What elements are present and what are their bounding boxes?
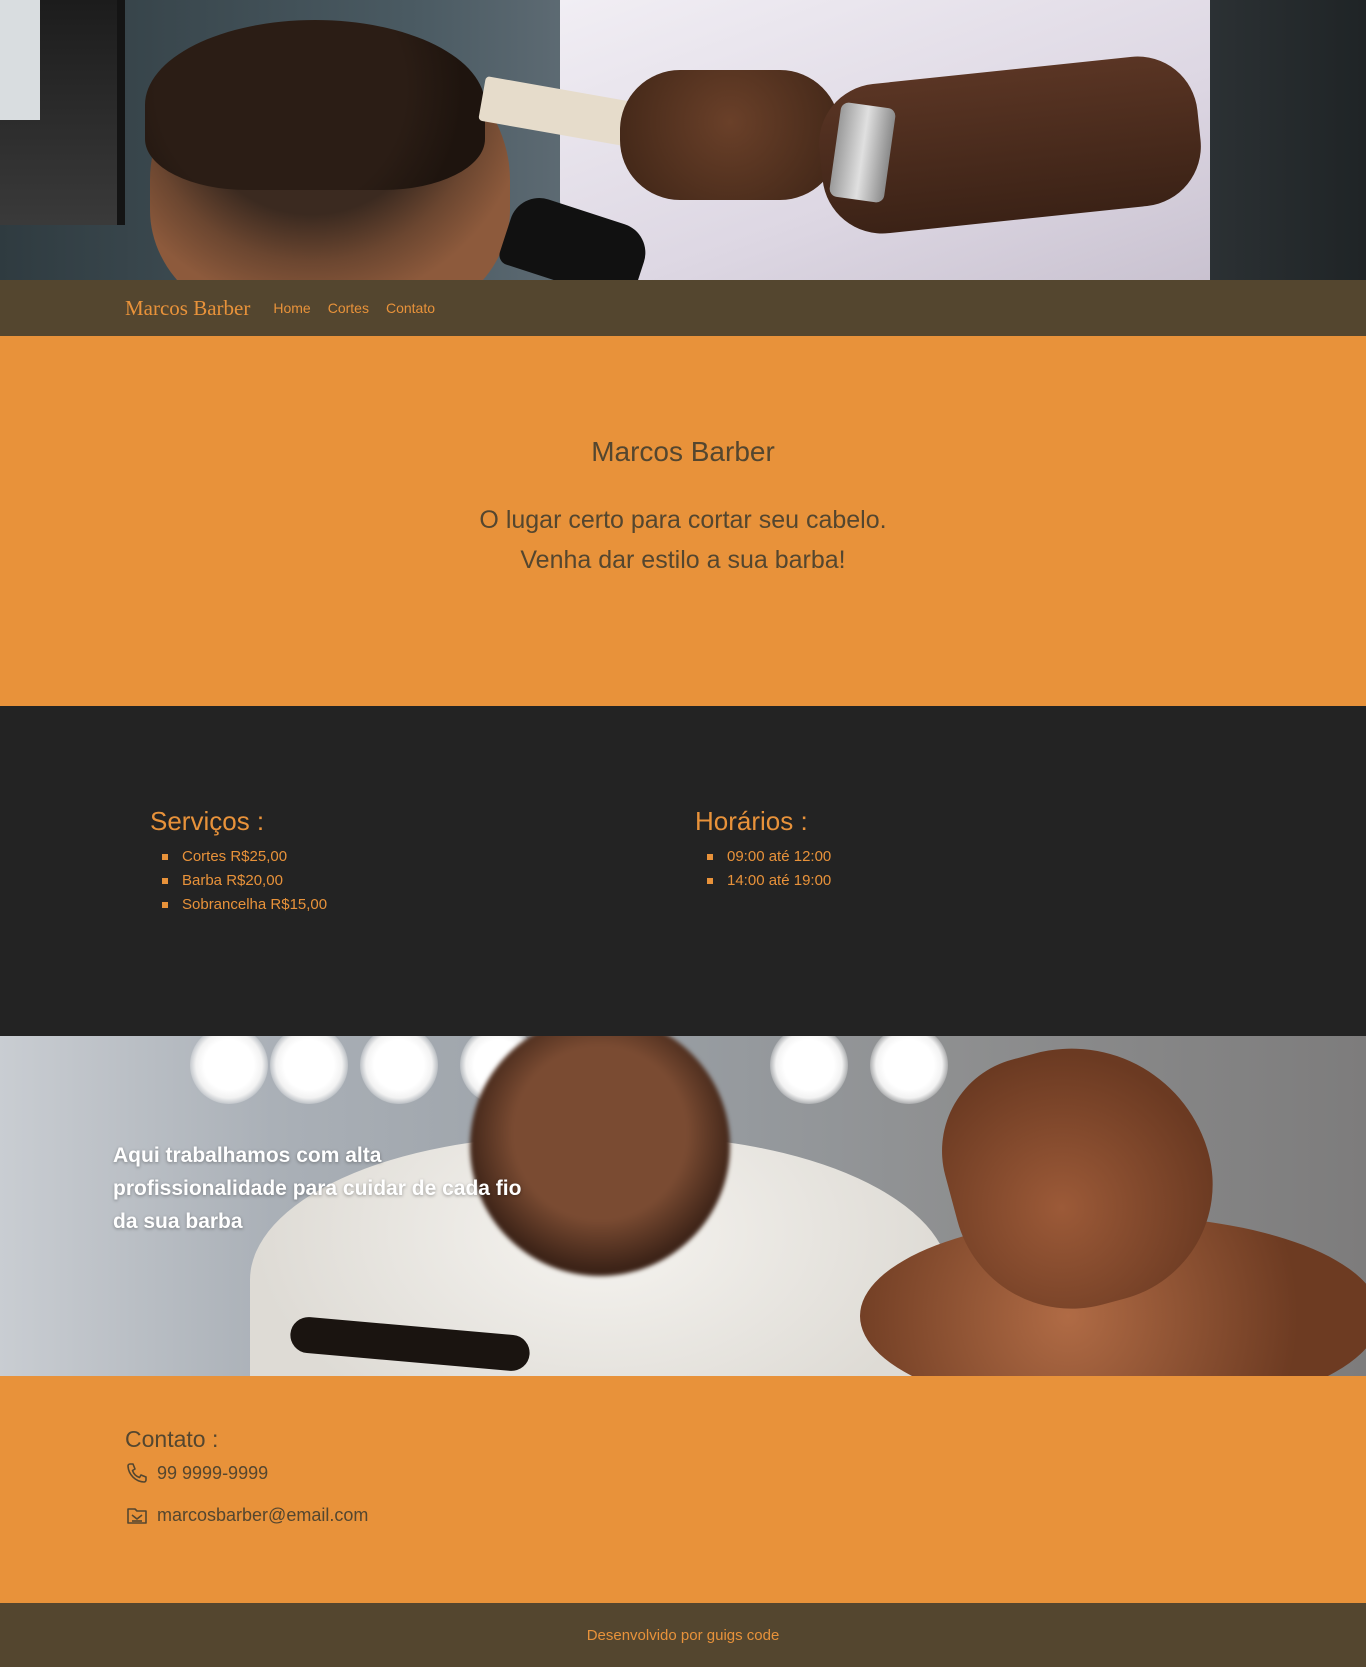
hero-image [0, 0, 1366, 280]
hours-item: 09:00 até 12:00 [707, 845, 1240, 869]
service-item: Barba R$20,00 [162, 869, 695, 893]
phone-number[interactable]: 99 9999-9999 [157, 1463, 268, 1484]
phone-icon [127, 1463, 147, 1483]
services-heading: Serviços : [150, 806, 265, 836]
nav-link-contato[interactable]: Contato [386, 300, 435, 316]
barber-banner: Aqui trabalhamos com alta profissionalid… [0, 1036, 1366, 1376]
nav-link-cortes[interactable]: Cortes [328, 300, 369, 316]
brand-logo[interactable]: Marcos Barber [125, 296, 250, 321]
info-section: Serviços : Cortes R$25,00 Barba R$20,00 … [0, 706, 1366, 1036]
intro-line-2: Venha dar estilo a sua barba! [520, 546, 846, 574]
intro-section: Marcos Barber O lugar certo para cortar … [0, 336, 1366, 706]
hours-heading: Horários : [695, 806, 808, 836]
hours-column: Horários : 09:00 até 12:00 14:00 até 19:… [695, 806, 1240, 1036]
service-item: Cortes R$25,00 [162, 845, 695, 869]
service-item: Sobrancelha R$15,00 [162, 893, 695, 917]
banner-text: Aqui trabalhamos com alta profissionalid… [113, 1144, 522, 1233]
contact-heading: Contato : [125, 1426, 219, 1452]
email-address[interactable]: marcosbarber@email.com [157, 1505, 368, 1526]
hours-list: 09:00 até 12:00 14:00 até 19:00 [695, 845, 1240, 893]
services-column: Serviços : Cortes R$25,00 Barba R$20,00 … [150, 806, 695, 1036]
navbar: Marcos Barber Home Cortes Contato [0, 280, 1366, 336]
mail-icon [127, 1508, 147, 1524]
nav-link-home[interactable]: Home [273, 300, 310, 316]
contact-section: Contato : 99 9999-9999 marcosbarber@emai… [0, 1376, 1366, 1603]
contact-phone: 99 9999-9999 [125, 1461, 1366, 1485]
services-list: Cortes R$25,00 Barba R$20,00 Sobrancelha… [150, 845, 695, 917]
intro-line-1: O lugar certo para cortar seu cabelo. [479, 506, 887, 534]
footer-credit: Desenvolvido por guigs code [586, 1627, 780, 1644]
footer: Desenvolvido por guigs code [0, 1603, 1366, 1667]
intro-title: Marcos Barber [591, 436, 775, 467]
contact-email: marcosbarber@email.com [125, 1503, 1366, 1527]
hours-item: 14:00 até 19:00 [707, 869, 1240, 893]
